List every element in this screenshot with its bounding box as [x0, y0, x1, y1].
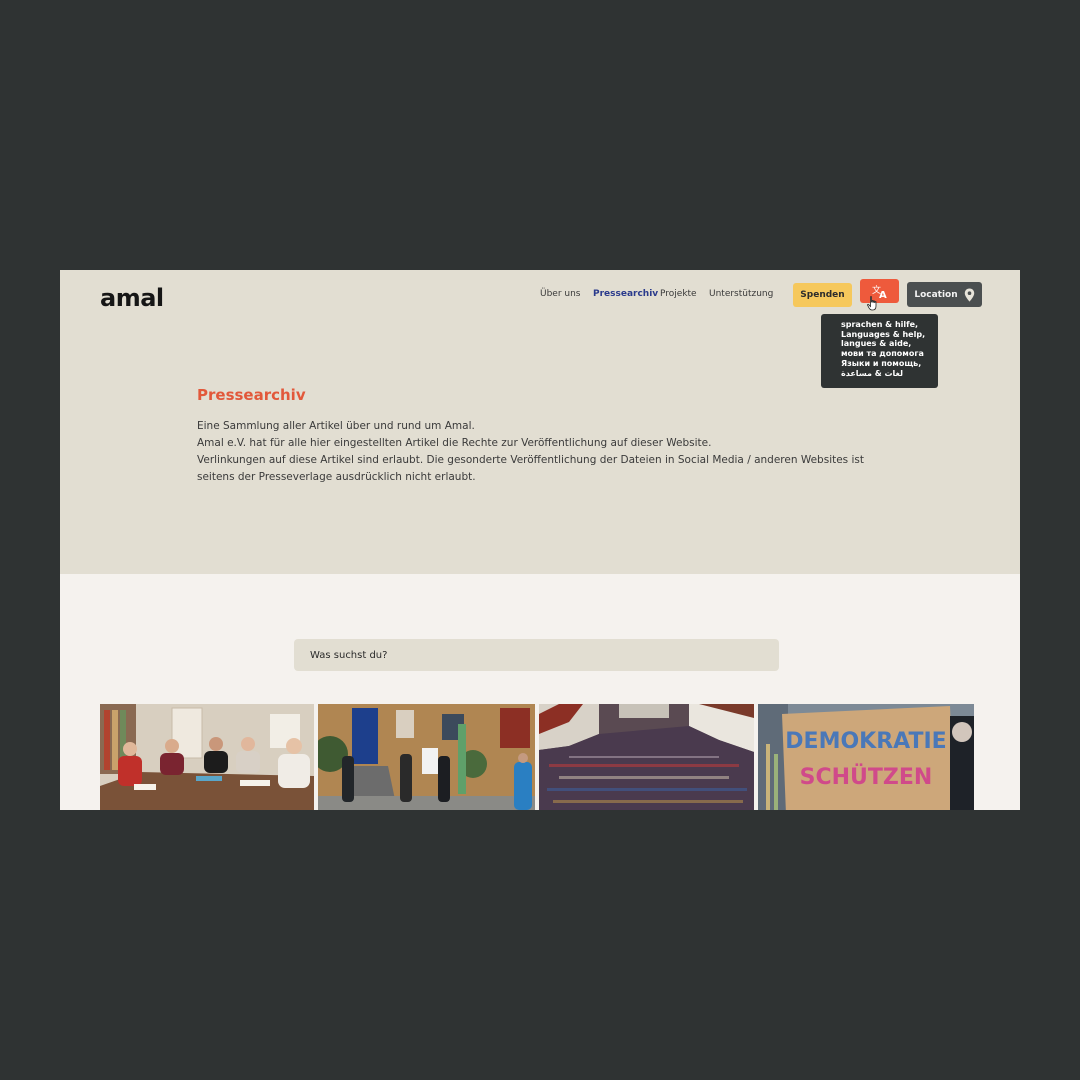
language-tooltip: sprachen & hilfe, Languages & help, lang…: [821, 314, 938, 388]
intro-text: Eine Sammlung aller Artikel über und run…: [197, 418, 877, 486]
page-title: Pressearchiv: [197, 386, 306, 404]
protest-sign-photo: DEMOKRATIE SCHÜTZEN: [758, 704, 974, 810]
nav-item-pressearchiv[interactable]: Pressearchiv: [593, 289, 658, 299]
crowd-demonstration-photo: [539, 704, 754, 810]
article-card[interactable]: [318, 704, 535, 810]
tooltip-line: мови та допомога: [841, 349, 924, 359]
article-card[interactable]: [539, 704, 754, 810]
spenden-button[interactable]: Spenden: [793, 283, 852, 307]
spenden-label: Spenden: [800, 290, 845, 300]
sign-text-line: SCHÜTZEN: [800, 764, 933, 790]
nav-item-ueber-uns[interactable]: Über uns: [540, 289, 581, 299]
amal-logo[interactable]: amal: [100, 284, 164, 312]
tooltip-line: sprachen & hilfe,: [841, 320, 919, 329]
intro-line: Eine Sammlung aller Artikel über und run…: [197, 420, 475, 432]
hand-cursor-icon: [867, 296, 877, 311]
search-input[interactable]: [294, 639, 779, 671]
intro-line: Verlinkungen auf diese Artikel sind erla…: [197, 454, 864, 466]
building-entrance-photo: [318, 704, 535, 810]
svg-text:A: A: [879, 290, 887, 299]
nav-item-unterstuetzung[interactable]: Unterstützung: [709, 289, 773, 299]
language-button[interactable]: 文 A: [860, 279, 899, 303]
tooltip-line: Languages & help,: [841, 329, 926, 339]
intro-line: seitens der Presseverlage ausdrücklich n…: [197, 471, 476, 483]
tooltip-line: langues & aide,: [841, 339, 912, 349]
article-card[interactable]: [100, 704, 314, 810]
sign-text-line: DEMOKRATIE: [785, 729, 946, 754]
tooltip-line: لغات & مساعدة: [841, 368, 904, 378]
browser-page: amal Über uns Pressearchiv Projekte Unte…: [60, 270, 1020, 810]
location-button[interactable]: Location: [907, 282, 982, 307]
nav-item-projekte[interactable]: Projekte: [660, 289, 697, 299]
group-at-table-photo: [100, 704, 314, 810]
intro-line: Amal e.V. hat für alle hier eingestellte…: [197, 437, 712, 449]
article-card[interactable]: DEMOKRATIE SCHÜTZEN: [758, 704, 974, 810]
map-pin-icon: [964, 288, 974, 301]
tooltip-line: Языки и помощь,: [841, 358, 922, 368]
location-label: Location: [914, 289, 958, 300]
hero-section: amal Über uns Pressearchiv Projekte Unte…: [60, 270, 1020, 574]
